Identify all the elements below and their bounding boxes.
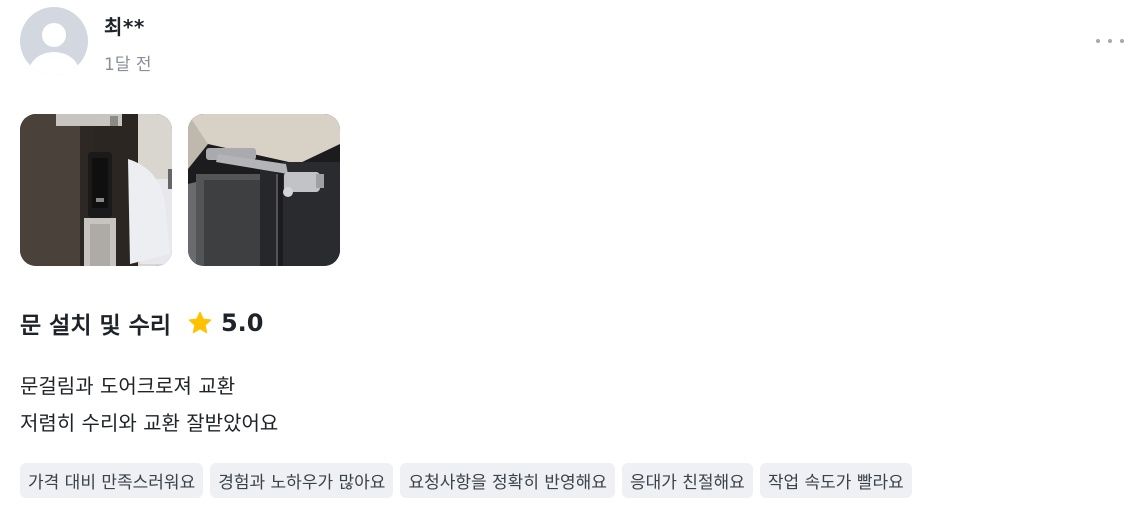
- more-options-button[interactable]: [1093, 31, 1127, 51]
- review-photo-door-lock[interactable]: [20, 114, 172, 266]
- review-photo-door-closer[interactable]: [188, 114, 340, 266]
- review-tag: 가격 대비 만족스러워요: [20, 463, 204, 498]
- review-text-line: 문걸림과 도어크로져 교환: [20, 374, 236, 398]
- user-avatar-icon[interactable]: [20, 7, 88, 75]
- review-tags: 가격 대비 만족스러워요 경험과 노하우가 많아요 요청사항을 정확히 반영해요…: [20, 463, 912, 498]
- user-name: 최**: [104, 15, 145, 39]
- review-tag: 응대가 친절해요: [621, 463, 753, 498]
- review-text-line: 저렴히 수리와 교환 잘받았어요: [20, 411, 279, 435]
- review-header: 최** 1달 전: [20, 7, 1124, 77]
- review-tag: 요청사항을 정확히 반영해요: [400, 463, 615, 498]
- star-icon: [188, 311, 212, 334]
- service-title: 문 설치 및 수리: [20, 313, 171, 339]
- review-tag: 작업 속도가 빨라요: [759, 463, 912, 498]
- rating-score: 5.0: [220, 309, 264, 337]
- review-photos: [20, 114, 340, 266]
- post-time: 1달 전: [104, 55, 152, 75]
- more-dots-icon: [1096, 39, 1100, 43]
- title-row: 문 설치 및 수리 5.0: [20, 306, 264, 340]
- review-text: 문걸림과 도어크로져 교환 저렴히 수리와 교환 잘받았어요: [20, 368, 278, 442]
- review-tag: 경험과 노하우가 많아요: [210, 463, 394, 498]
